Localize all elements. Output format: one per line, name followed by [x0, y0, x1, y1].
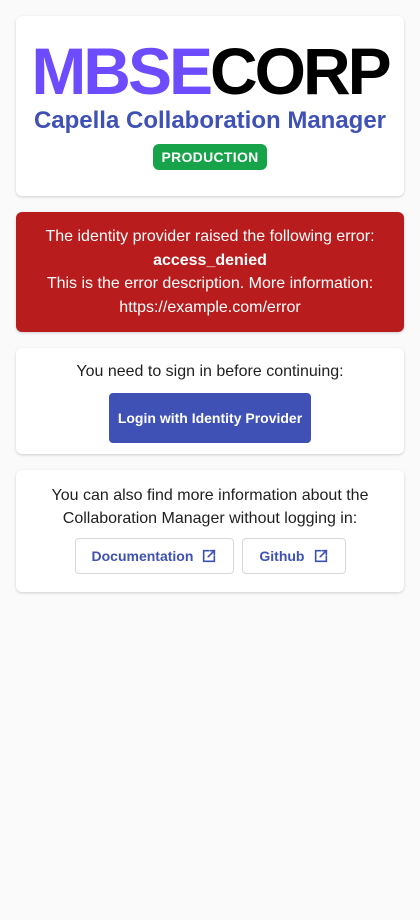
login-button[interactable]: Login with Identity Provider: [109, 393, 311, 443]
error-card: The identity provider raised the followi…: [16, 212, 404, 332]
page: MBSECORP Capella Collaboration Manager P…: [0, 0, 420, 592]
company-logo: MBSECORP: [16, 38, 404, 104]
github-link-label: Github: [259, 547, 305, 564]
signin-prompt: You need to sign in before continuing:: [76, 363, 344, 380]
logo-part-a: MBSE: [31, 34, 213, 108]
header-card: MBSECORP Capella Collaboration Manager P…: [16, 16, 404, 196]
github-link[interactable]: Github: [242, 538, 346, 574]
documentation-link[interactable]: Documentation: [74, 538, 235, 574]
error-code: access_denied: [153, 251, 267, 269]
app-title: Capella Collaboration Manager: [33, 107, 387, 134]
open-in-new-icon: [201, 548, 217, 564]
signin-card: You need to sign in before continuing: L…: [16, 348, 404, 454]
open-in-new-icon: [313, 548, 329, 564]
documentation-link-label: Documentation: [91, 547, 194, 564]
logo-part-b: CORP: [210, 34, 392, 108]
error-description: This is the error description. More info…: [46, 275, 374, 292]
info-card: You can also find more information about…: [16, 470, 404, 592]
error-intro: The identity provider raised the followi…: [45, 228, 375, 245]
error-url: https://example.com/error: [119, 298, 301, 316]
external-links: Documentation Github: [16, 538, 404, 574]
environment-badge: PRODUCTION: [153, 144, 267, 170]
info-text: You can also find more information about…: [51, 487, 369, 527]
